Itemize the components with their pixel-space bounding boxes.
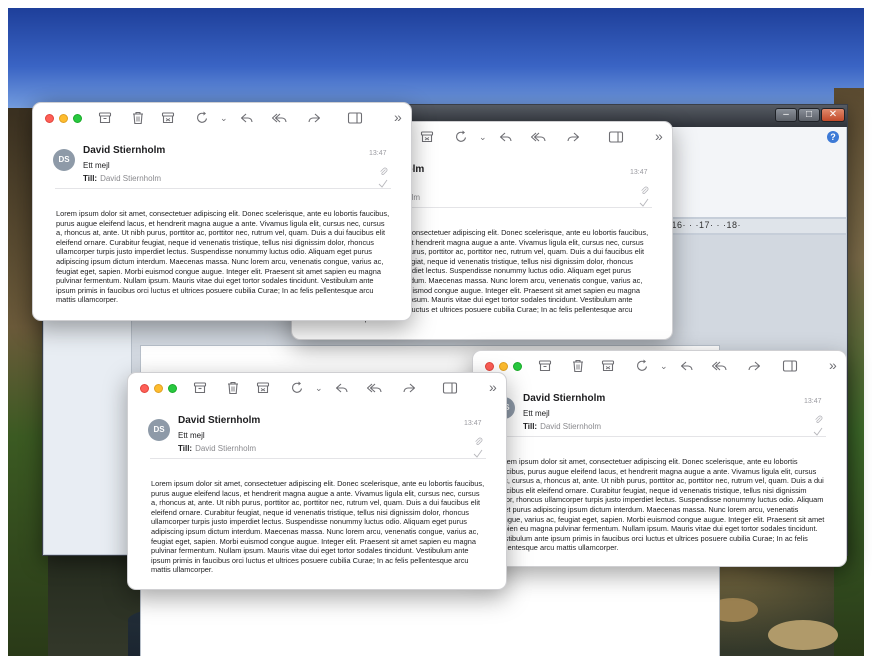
sidebar-icon[interactable]	[607, 129, 625, 145]
recipient-row: Till:David Stiernholm	[523, 422, 601, 431]
chevron-down-icon[interactable]: ⌄	[479, 131, 491, 143]
paperclip-icon	[474, 433, 483, 445]
to-label: Till:	[178, 444, 193, 453]
message-body: Lorem ipsum dolor sit amet, consectetuer…	[151, 479, 485, 575]
header-divider	[150, 458, 486, 459]
junk-icon[interactable]	[254, 380, 272, 396]
more-icon[interactable]: »	[655, 128, 663, 144]
avatar: DS	[148, 419, 170, 441]
message-header: DS David Stiernholm Ett mejl Till:David …	[128, 411, 506, 461]
junk-icon[interactable]	[418, 129, 436, 145]
junk-icon[interactable]	[599, 358, 617, 374]
mail-window-right[interactable]: ⌄ » DS David Stiernholm Ett mejl Till:Da…	[472, 350, 847, 567]
chevron-down-icon[interactable]: ⌄	[220, 112, 232, 124]
avatar: DS	[53, 149, 75, 171]
mail-window-front[interactable]: ⌄ » DS David Stiernholm Ett mejl Till: Da…	[127, 372, 507, 590]
zoom-button[interactable]	[168, 384, 177, 393]
more-icon[interactable]: »	[394, 109, 402, 125]
reply-all-icon[interactable]	[530, 129, 548, 145]
message-header: DS David Stiernholm Ett mejl Till:David …	[33, 141, 411, 191]
minimize-button[interactable]	[59, 114, 68, 123]
legacy-close-button[interactable]: ✕	[821, 108, 845, 122]
timestamp: 13:47	[804, 398, 822, 405]
more-icon[interactable]: »	[829, 357, 837, 373]
sidebar-icon[interactable]	[781, 358, 799, 374]
reply-icon[interactable]	[333, 380, 351, 396]
recipient-name[interactable]: David Stiernholm	[195, 444, 256, 453]
mail-toolbar: ⌄ »	[33, 103, 411, 133]
ruler-numbers: ·16· · ·17· · ·18·	[668, 220, 742, 230]
minimize-button[interactable]	[154, 384, 163, 393]
mail-toolbar: ⌄ »	[473, 351, 846, 381]
close-button[interactable]	[45, 114, 54, 123]
more-icon[interactable]: »	[489, 379, 497, 395]
reply-all-icon[interactable]	[711, 358, 729, 374]
flag-icon[interactable]	[193, 110, 211, 126]
wallpaper-rock	[768, 620, 838, 650]
checkmark-icon	[378, 175, 388, 188]
forward-icon[interactable]	[745, 358, 763, 374]
archive-icon[interactable]	[96, 110, 114, 126]
minimize-button[interactable]	[499, 362, 508, 371]
subject: Ett mejl	[523, 409, 550, 418]
paperclip-icon	[379, 163, 388, 175]
trash-icon[interactable]	[129, 110, 147, 126]
forward-icon[interactable]	[305, 110, 323, 126]
zoom-button[interactable]	[513, 362, 522, 371]
sidebar-icon[interactable]	[346, 110, 364, 126]
archive-icon[interactable]	[536, 358, 554, 374]
reply-icon[interactable]	[238, 110, 256, 126]
recipient-row: Till:David Stiernholm	[83, 174, 161, 183]
junk-icon[interactable]	[159, 110, 177, 126]
legacy-minimize-button[interactable]: –	[775, 108, 797, 122]
recipient-name[interactable]: David Stiernholm	[540, 422, 601, 431]
reply-icon[interactable]	[678, 358, 696, 374]
timestamp: 13:47	[630, 169, 648, 176]
checkmark-icon	[813, 423, 823, 436]
trash-icon[interactable]	[224, 380, 242, 396]
forward-icon[interactable]	[400, 380, 418, 396]
reply-icon[interactable]	[497, 129, 515, 145]
message-header: DS David Stiernholm Ett mejl Till:David …	[473, 389, 846, 439]
timestamp: 13:47	[369, 150, 387, 157]
sender-name[interactable]: David Stiernholm	[178, 415, 260, 426]
mail-toolbar: ⌄ »	[128, 373, 506, 403]
flag-icon[interactable]	[288, 380, 306, 396]
checkmark-icon	[473, 445, 483, 458]
close-button[interactable]	[485, 362, 494, 371]
legacy-maximize-button[interactable]: □	[798, 108, 820, 122]
recipient-name[interactable]: David Stiernholm	[100, 174, 161, 183]
flag-icon[interactable]	[452, 129, 470, 145]
paperclip-icon	[814, 411, 823, 423]
header-divider	[495, 436, 826, 437]
recipient-row: Till:David Stiernholm	[178, 444, 256, 453]
message-body: Lorem ipsum dolor sit amet, consectetuer…	[496, 457, 825, 553]
archive-icon[interactable]	[191, 380, 209, 396]
sender-name[interactable]: David Stiernholm	[83, 145, 165, 156]
checkmark-icon	[639, 194, 649, 207]
subject: Ett mejl	[178, 431, 205, 440]
to-label: Till:	[83, 174, 98, 183]
header-divider	[55, 188, 391, 189]
close-button[interactable]	[140, 384, 149, 393]
to-label: Till:	[523, 422, 538, 431]
subject: Ett mejl	[83, 161, 110, 170]
reply-all-icon[interactable]	[271, 110, 289, 126]
message-body: Lorem ipsum dolor sit amet, consectetuer…	[56, 209, 390, 305]
reply-all-icon[interactable]	[366, 380, 384, 396]
timestamp: 13:47	[464, 420, 482, 427]
sidebar-icon[interactable]	[441, 380, 459, 396]
chevron-down-icon[interactable]: ⌄	[660, 360, 672, 372]
help-icon[interactable]: ?	[827, 131, 839, 143]
trash-icon[interactable]	[569, 358, 587, 374]
paperclip-icon	[640, 182, 649, 194]
flag-icon[interactable]	[633, 358, 651, 374]
sender-name[interactable]: David Stiernholm	[523, 393, 605, 404]
chevron-down-icon[interactable]: ⌄	[315, 382, 327, 394]
forward-icon[interactable]	[564, 129, 582, 145]
mail-window-top-left[interactable]: ⌄ » DS David Stiernholm Ett mejl Till: Da…	[32, 102, 412, 321]
zoom-button[interactable]	[73, 114, 82, 123]
